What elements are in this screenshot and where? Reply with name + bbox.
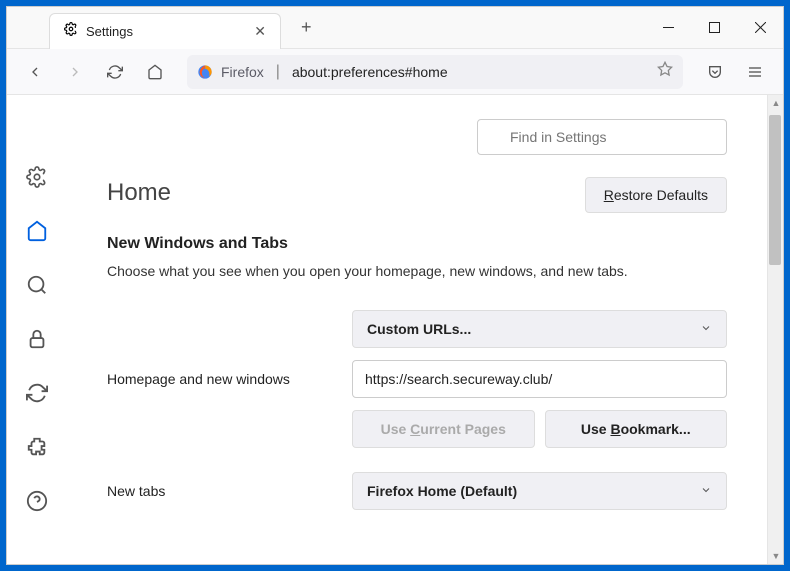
use-bookmark-button[interactable]: Use Bookmark... bbox=[545, 410, 728, 448]
home-button[interactable] bbox=[139, 56, 171, 88]
chevron-down-icon bbox=[700, 321, 712, 337]
homepage-url-input[interactable] bbox=[352, 360, 727, 398]
select-value: Custom URLs... bbox=[367, 321, 471, 337]
restore-defaults-button[interactable]: Restore Defaults bbox=[585, 177, 727, 213]
close-icon[interactable]: ✕ bbox=[254, 23, 266, 40]
toolbar: Firefox | about:preferences#home bbox=[7, 49, 783, 95]
scroll-thumb[interactable] bbox=[769, 115, 781, 265]
forward-button[interactable] bbox=[59, 56, 91, 88]
url-bar[interactable]: Firefox | about:preferences#home bbox=[187, 55, 683, 89]
url-path: about:preferences#home bbox=[292, 64, 448, 80]
homepage-select-row: Custom URLs... bbox=[107, 310, 727, 348]
gear-icon bbox=[64, 22, 78, 41]
homepage-url-row: Homepage and new windows bbox=[107, 360, 727, 398]
titlebar: Settings ✕ + bbox=[7, 7, 783, 49]
menu-button[interactable] bbox=[739, 56, 771, 88]
scrollbar[interactable]: ▲ ▼ bbox=[767, 95, 783, 564]
section-title: New Windows and Tabs bbox=[107, 235, 727, 253]
settings-search bbox=[477, 119, 727, 155]
sidebar-home-icon[interactable] bbox=[25, 219, 49, 243]
firefox-icon bbox=[197, 64, 213, 80]
homepage-buttons: Use Current Pages Use Bookmark... bbox=[352, 410, 727, 448]
sidebar-general-icon[interactable] bbox=[25, 165, 49, 189]
sidebar-help-icon[interactable] bbox=[25, 489, 49, 513]
section-description: Choose what you see when you open your h… bbox=[107, 261, 727, 282]
sidebar-sync-icon[interactable] bbox=[25, 381, 49, 405]
tab-label: Settings bbox=[86, 24, 246, 39]
sidebar-privacy-icon[interactable] bbox=[25, 327, 49, 351]
search-input[interactable] bbox=[477, 119, 727, 155]
scroll-up-icon[interactable]: ▲ bbox=[768, 95, 783, 111]
reload-button[interactable] bbox=[99, 56, 131, 88]
url-separator: | bbox=[276, 63, 280, 81]
chevron-down-icon bbox=[700, 483, 712, 499]
sidebar bbox=[7, 95, 67, 564]
tab-settings[interactable]: Settings ✕ bbox=[49, 13, 281, 49]
homepage-label: Homepage and new windows bbox=[107, 371, 352, 387]
select-value: Firefox Home (Default) bbox=[367, 483, 517, 499]
newtabs-label: New tabs bbox=[107, 483, 352, 499]
new-tab-button[interactable]: + bbox=[293, 13, 320, 42]
bookmark-star-icon[interactable] bbox=[657, 61, 673, 82]
content-area: Home Restore Defaults New Windows and Ta… bbox=[7, 95, 783, 564]
newtabs-row: New tabs Firefox Home (Default) bbox=[107, 472, 727, 510]
minimize-button[interactable] bbox=[645, 7, 691, 49]
newtabs-select[interactable]: Firefox Home (Default) bbox=[352, 472, 727, 510]
back-button[interactable] bbox=[19, 56, 51, 88]
main-panel: Home Restore Defaults New Windows and Ta… bbox=[67, 95, 767, 564]
use-current-pages-button[interactable]: Use Current Pages bbox=[352, 410, 535, 448]
close-button[interactable] bbox=[737, 7, 783, 49]
browser-window: Settings ✕ + Firefox | about:preferences… bbox=[6, 6, 784, 565]
window-controls bbox=[645, 7, 783, 49]
sidebar-search-icon[interactable] bbox=[25, 273, 49, 297]
scroll-down-icon[interactable]: ▼ bbox=[768, 548, 783, 564]
maximize-button[interactable] bbox=[691, 7, 737, 49]
url-prefix: Firefox bbox=[221, 64, 264, 80]
homepage-mode-select[interactable]: Custom URLs... bbox=[352, 310, 727, 348]
pocket-button[interactable] bbox=[699, 56, 731, 88]
sidebar-extensions-icon[interactable] bbox=[25, 435, 49, 459]
